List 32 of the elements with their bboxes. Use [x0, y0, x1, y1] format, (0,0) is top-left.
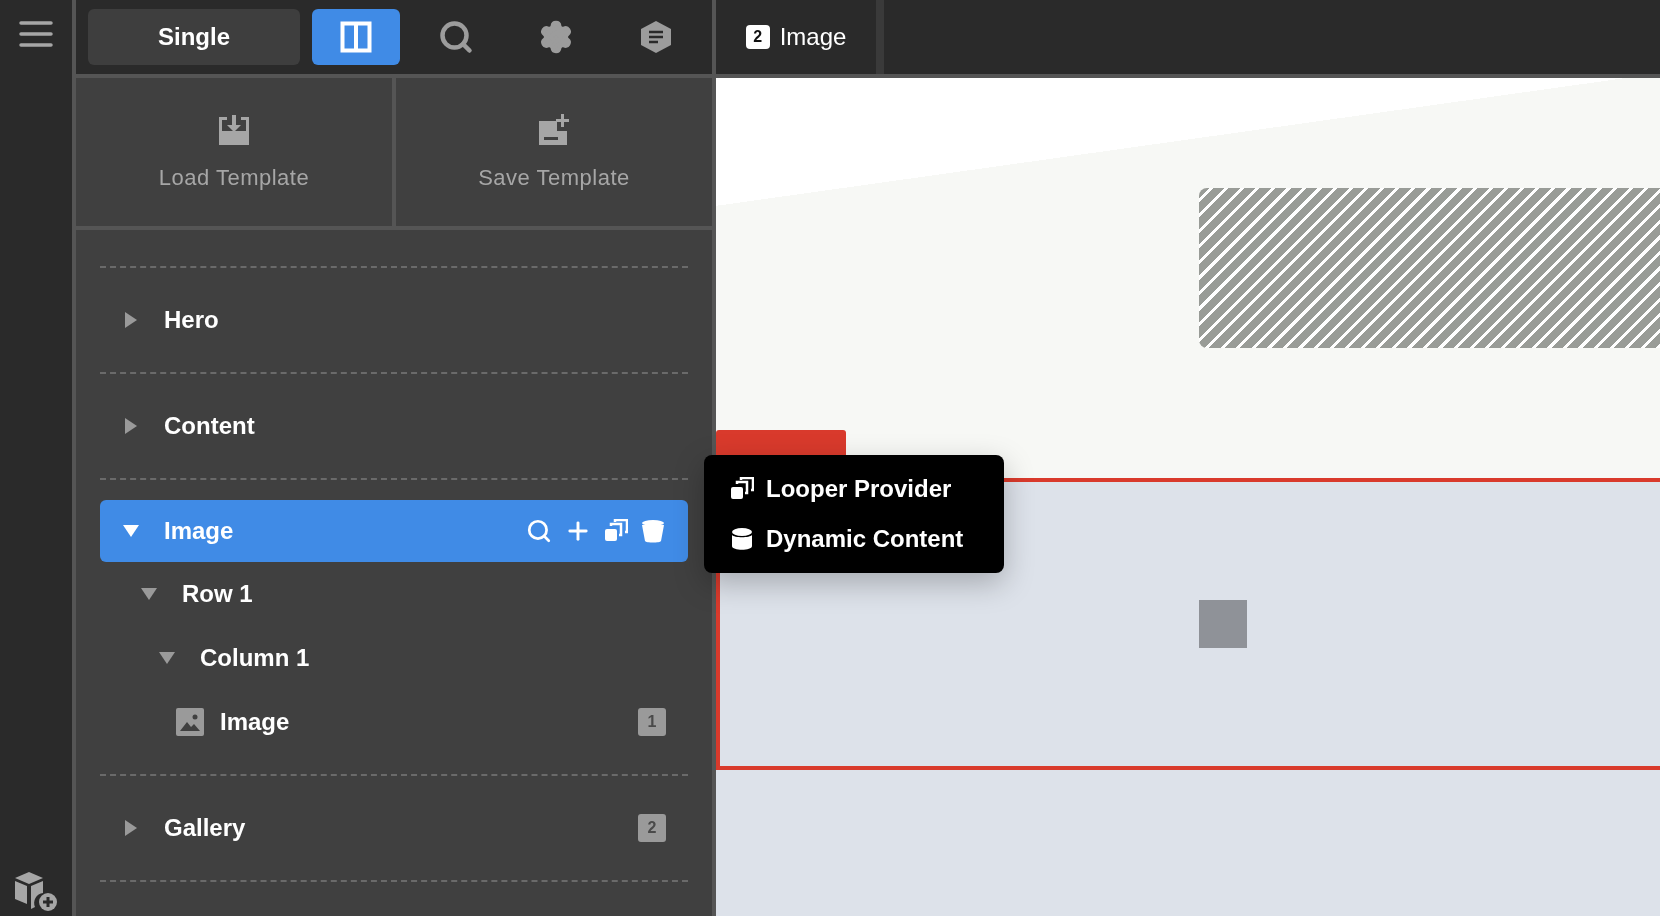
document-plus-icon	[537, 113, 571, 147]
database-icon	[730, 527, 754, 551]
tree-row[interactable]: Content	[100, 394, 688, 458]
columns-icon	[340, 21, 372, 53]
image-icon	[176, 708, 204, 736]
tree-label: Image	[164, 517, 235, 545]
tree-label: Column 1	[200, 644, 311, 672]
menu-icon[interactable]	[19, 20, 53, 48]
copy-icon[interactable]	[604, 519, 628, 543]
tree-label: Image	[220, 708, 291, 736]
tab-label: Image	[779, 23, 847, 51]
search-icon[interactable]	[526, 518, 552, 544]
tree-label: Gallery	[164, 814, 247, 842]
menu-item[interactable]: Looper Provider	[730, 475, 978, 503]
count-badge: 2	[638, 814, 666, 842]
tree-row[interactable]: Row 1	[100, 562, 688, 626]
box-plus-icon[interactable]	[12, 870, 60, 912]
placeholder-square	[1199, 600, 1247, 648]
menu-item[interactable]: Dynamic Content	[730, 525, 978, 553]
tree-label: Hero	[164, 306, 220, 334]
tree-label: Row 1	[182, 580, 254, 608]
count-badge: 1	[638, 708, 666, 736]
tree-label: Content	[164, 412, 256, 440]
tree-row[interactable]: Hero	[100, 288, 688, 352]
split-view-button[interactable]	[312, 9, 400, 65]
tab-number: 2	[745, 25, 770, 49]
tree-row[interactable]: Gallery 2	[100, 796, 688, 860]
tree-row[interactable]: Image 1	[100, 690, 688, 754]
tree-row[interactable]: Column 1	[100, 626, 688, 690]
stack-icon	[730, 477, 754, 501]
trash-icon[interactable]	[640, 518, 666, 544]
single-mode-button[interactable]: Single	[88, 9, 300, 65]
